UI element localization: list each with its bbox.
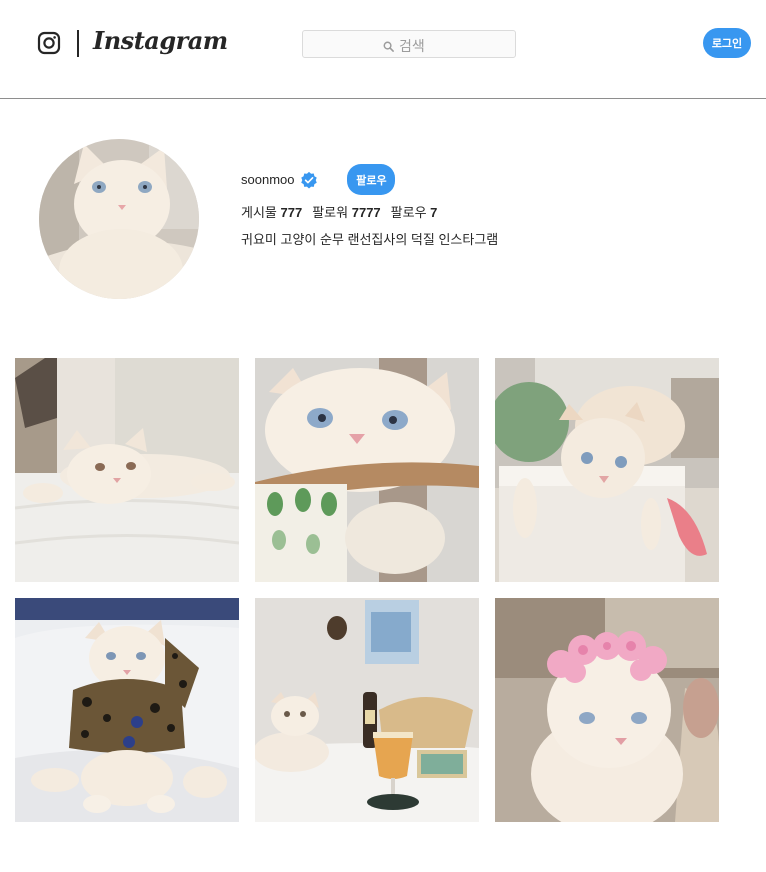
stat-followers-count: 7777: [351, 205, 381, 220]
post-thumbnail-1[interactable]: [15, 358, 239, 582]
post-photo-4: [15, 598, 239, 822]
profile-bio: 귀요미 고양이 순무 랜선집사의 덕질 인스타그램: [241, 232, 499, 247]
profile-avatar[interactable]: [39, 139, 199, 299]
stat-following-count: 7: [430, 205, 438, 220]
search-placeholder-group: 검색: [383, 36, 425, 56]
profile-username[interactable]: soonmoo: [241, 172, 294, 187]
post-photo-1: [15, 358, 239, 582]
stat-posts: 게시물 777: [241, 202, 302, 221]
stat-following-label: 팔로우: [390, 205, 427, 220]
profile-stats: 게시물 777 팔로워 7777 팔로우 7: [241, 202, 437, 221]
stat-following[interactable]: 팔로우 7: [391, 202, 438, 221]
login-button[interactable]: 로그인: [703, 28, 751, 58]
instagram-camera-icon[interactable]: [37, 31, 61, 55]
verified-badge-icon: [301, 171, 318, 188]
search-input[interactable]: 검색: [302, 30, 516, 58]
post-photo-3: [495, 358, 719, 582]
post-photo-2: [255, 358, 479, 582]
post-thumbnail-3[interactable]: [495, 358, 719, 582]
stat-followers[interactable]: 팔로워 7777: [312, 202, 380, 221]
post-photo-6: [495, 598, 719, 822]
stat-followers-label: 팔로워: [312, 205, 349, 220]
post-photo-5: [255, 598, 479, 822]
post-thumbnail-5[interactable]: [255, 598, 479, 822]
profile-name-row: soonmoo 팔로우: [241, 164, 396, 195]
search-placeholder: 검색: [399, 38, 425, 54]
top-navigation-bar: Instagram 검색 로그인: [0, 0, 766, 99]
avatar-cat-photo: [39, 139, 199, 299]
stat-posts-label: 게시물: [241, 205, 277, 220]
post-thumbnail-6[interactable]: [495, 598, 719, 822]
post-thumbnail-2[interactable]: [255, 358, 479, 582]
logo-divider: [77, 30, 79, 57]
instagram-wordmark-logo[interactable]: Instagram: [93, 26, 228, 55]
stat-posts-count: 777: [280, 205, 303, 220]
search-icon: [383, 41, 394, 52]
posts-grid: [15, 358, 719, 822]
follow-button[interactable]: 팔로우: [347, 164, 396, 195]
post-thumbnail-4[interactable]: [15, 598, 239, 822]
